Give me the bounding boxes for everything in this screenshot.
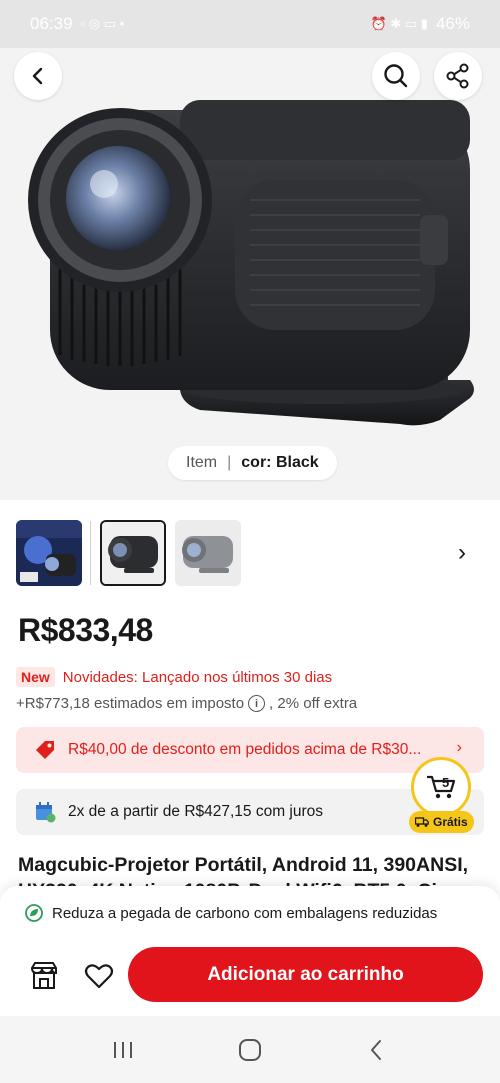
tag-icon	[36, 741, 54, 759]
home-button[interactable]	[230, 1030, 270, 1070]
store-button[interactable]	[28, 960, 60, 992]
info-icon[interactable]: i	[248, 695, 266, 712]
new-arrival-text: Novidades: Lançado nos últimos 30 dias	[62, 668, 333, 686]
variant-color-label: cor: Black	[241, 454, 319, 471]
store-icon	[31, 962, 57, 989]
eco-text: Reduza a pegada de carbono com embalagen…	[52, 904, 438, 922]
system-navigation-bar	[0, 1016, 500, 1083]
cart-count: 5	[442, 775, 450, 790]
thumbnail-3-image	[175, 520, 241, 586]
tax-row: +R$773,18 estimados em imposto i , 2% of…	[16, 695, 357, 712]
projector-image	[0, 0, 500, 426]
thumbnail-1[interactable]	[16, 520, 82, 586]
free-shipping-label: Grátis	[433, 815, 468, 829]
eco-leaf-icon	[25, 904, 43, 922]
recent-apps-icon	[114, 1041, 133, 1058]
product-page: 06:39 ▫ ◎ ▭ • ⏰ ✱ ▭ ▮ 46% Item | cor: Bl…	[0, 0, 500, 1083]
thumbnail-2-image	[102, 522, 164, 584]
free-shipping-badge: Grátis	[409, 811, 474, 833]
status-right: ⏰ ✱ ▭ ▮ 46%	[371, 14, 470, 34]
back-button[interactable]	[14, 52, 62, 100]
installment-text: 2x de a partir de R$427,15 com juros	[68, 803, 324, 820]
cart-icon	[427, 775, 456, 799]
back-arrow-icon	[32, 67, 43, 85]
system-back-button[interactable]	[357, 1030, 397, 1070]
variant-separator: |	[227, 454, 232, 471]
floating-cart[interactable]: 5 Grátis	[409, 757, 474, 835]
add-to-cart-button[interactable]: Adicionar ao carrinho	[128, 947, 483, 1002]
thumbnail-3[interactable]	[175, 520, 241, 586]
new-badge: New	[16, 667, 55, 687]
system-icons: ⏰ ✱ ▭ ▮	[370, 16, 428, 31]
status-time: 06:39	[30, 14, 73, 33]
cart-circle: 5	[411, 757, 471, 817]
new-arrival-row: New Novidades: Lançado nos últimos 30 di…	[16, 667, 332, 687]
coupon-text: R$40,00 de desconto em pedidos acima de …	[68, 741, 422, 758]
action-bar: Adicionar ao carrinho	[0, 940, 500, 1016]
calendar-icon	[36, 802, 56, 823]
thumbnail-divider	[90, 521, 91, 585]
variant-pill[interactable]: Item | cor: Black	[168, 446, 337, 480]
product-hero-image[interactable]: 06:39 ▫ ◎ ▭ • ⏰ ✱ ▭ ▮ 46% Item | cor: Bl…	[0, 0, 500, 500]
share-button[interactable]	[434, 52, 482, 100]
battery-percentage: 46%	[435, 14, 470, 33]
thumbnail-1-image	[16, 520, 82, 586]
thumbnail-2-selected[interactable]	[100, 520, 166, 586]
product-title: Magcubic-Projetor Portátil, Android 11, …	[18, 854, 488, 888]
share-icon	[446, 63, 469, 89]
search-button[interactable]	[372, 52, 420, 100]
variant-item-label: Item	[186, 454, 218, 471]
coupon-chevron-icon: ›	[456, 739, 462, 756]
search-icon	[384, 64, 408, 88]
status-bar: 06:39 ▫ ◎ ▭ • ⏰ ✱ ▭ ▮ 46%	[0, 0, 500, 48]
thumbnail-strip: ›	[16, 519, 486, 587]
system-back-icon	[370, 1039, 381, 1060]
truck-icon	[415, 817, 429, 827]
tax-extra-text: , 2% off extra	[269, 695, 358, 712]
product-price: R$833,48	[18, 612, 153, 648]
status-left: 06:39 ▫ ◎ ▭ •	[30, 14, 124, 34]
home-icon	[238, 1038, 261, 1061]
favorite-button[interactable]	[83, 960, 115, 992]
notification-icons: ▫ ◎ ▭ •	[80, 16, 125, 31]
recent-apps-button[interactable]	[103, 1030, 143, 1070]
chevron-right-icon[interactable]: ›	[458, 539, 466, 567]
eco-packaging-bar[interactable]: Reduza a pegada de carbono com embalagen…	[0, 886, 500, 940]
heart-icon	[84, 964, 114, 989]
tax-text: +R$773,18 estimados em imposto	[16, 695, 245, 712]
